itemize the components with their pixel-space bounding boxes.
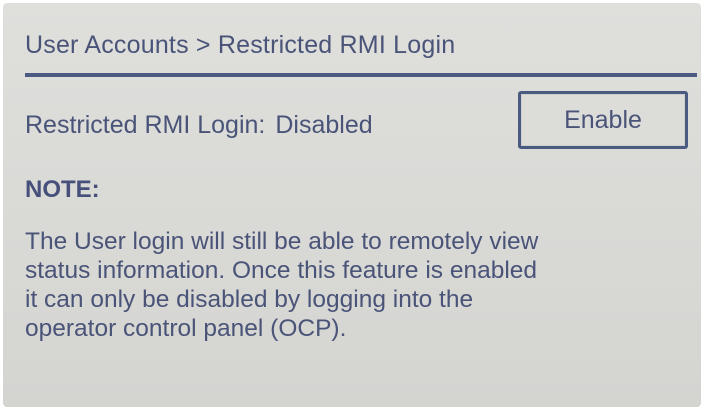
note-line: The User login will still be able to rem… <box>25 228 539 255</box>
breadcrumb: User Accounts > Restricted RMI Login <box>25 31 456 59</box>
note-line: operator control panel (OCP). <box>25 315 347 342</box>
note-line: it can only be disabled by logging into … <box>25 286 474 313</box>
note-heading: NOTE: <box>25 176 100 203</box>
enable-button[interactable]: Enable <box>518 91 688 149</box>
status-value: Disabled <box>275 111 373 139</box>
status-label: Restricted RMI Login: <box>25 111 266 139</box>
note-body: The User login will still be able to rem… <box>25 227 697 343</box>
lcd-screen: User Accounts > Restricted RMI Login Res… <box>3 3 701 407</box>
header-divider <box>25 73 697 77</box>
note-line: status information. Once this feature is… <box>25 257 538 284</box>
status-row: Restricted RMI Login: Disabled <box>25 111 373 140</box>
